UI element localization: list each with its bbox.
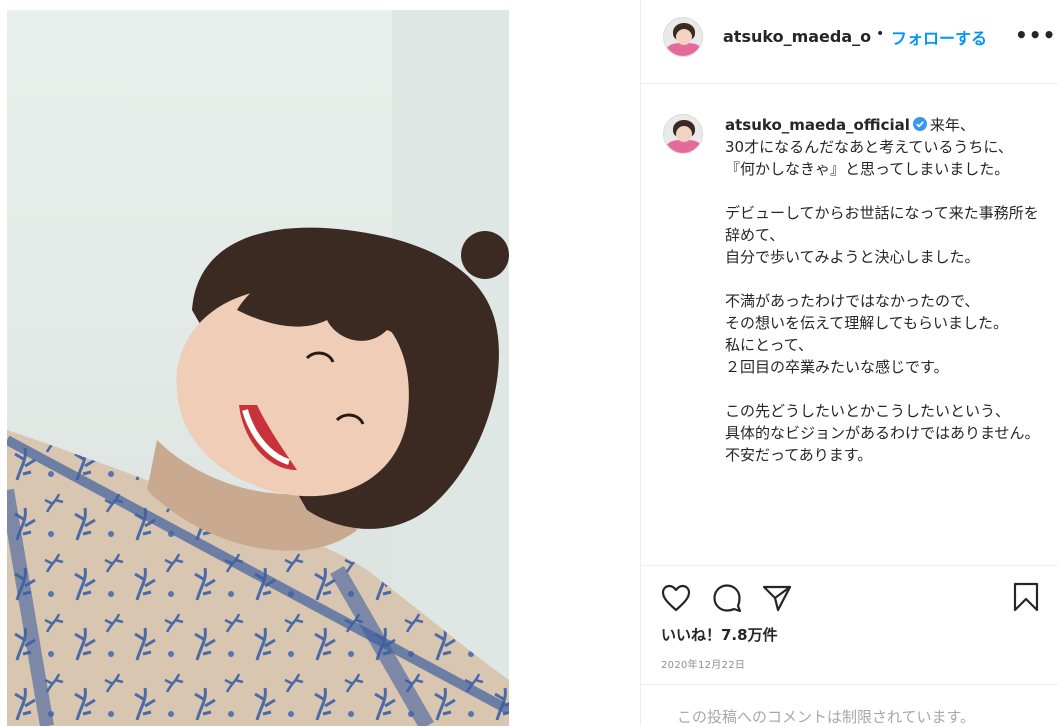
comment-icon[interactable]	[712, 584, 742, 612]
heart-icon[interactable]	[661, 584, 691, 612]
caption-body: 来年、 30才になるんだなあと考えているうちに、 『何かしなきゃ』と思ってしまい…	[725, 116, 1040, 464]
bookmark-icon[interactable]	[1012, 582, 1040, 612]
caption-username[interactable]: atsuko_maeda_official	[725, 116, 910, 134]
post-media-panel	[0, 0, 640, 726]
caption-avatar[interactable]	[663, 114, 703, 154]
follow-button[interactable]: フォローする	[891, 25, 987, 49]
caption-section: atsuko_maeda_official 来年、 30才になるんだなあと考えてい…	[641, 84, 1058, 564]
post-side-panel: atsuko_maeda_official • フォローする ••• atsuk…	[640, 0, 1058, 726]
likes-count[interactable]: いいね！7.8万件	[661, 624, 778, 645]
post-date[interactable]: 2020年12月22日	[661, 656, 745, 671]
post-photo[interactable]	[7, 10, 509, 726]
author-avatar[interactable]	[663, 17, 703, 57]
author-username[interactable]: atsuko_maeda_official	[723, 27, 871, 46]
more-options-button[interactable]: •••	[1015, 23, 1056, 47]
separator-dot: •	[876, 26, 885, 42]
caption-text: atsuko_maeda_official 来年、 30才になるんだなあと考えてい…	[725, 114, 1041, 466]
post-header: atsuko_maeda_official • フォローする •••	[641, 0, 1058, 84]
photo-illustration	[7, 10, 509, 726]
comments-restricted-notice: この投稿へのコメントは制限されています。	[677, 708, 976, 726]
comment-bar: この投稿へのコメントは制限されています。	[641, 684, 1058, 727]
post-actions: いいね！7.8万件 2020年12月22日 この投稿へのコメントは制限されていま…	[641, 565, 1058, 726]
share-icon[interactable]	[762, 584, 792, 612]
verified-badge-icon	[912, 117, 927, 131]
